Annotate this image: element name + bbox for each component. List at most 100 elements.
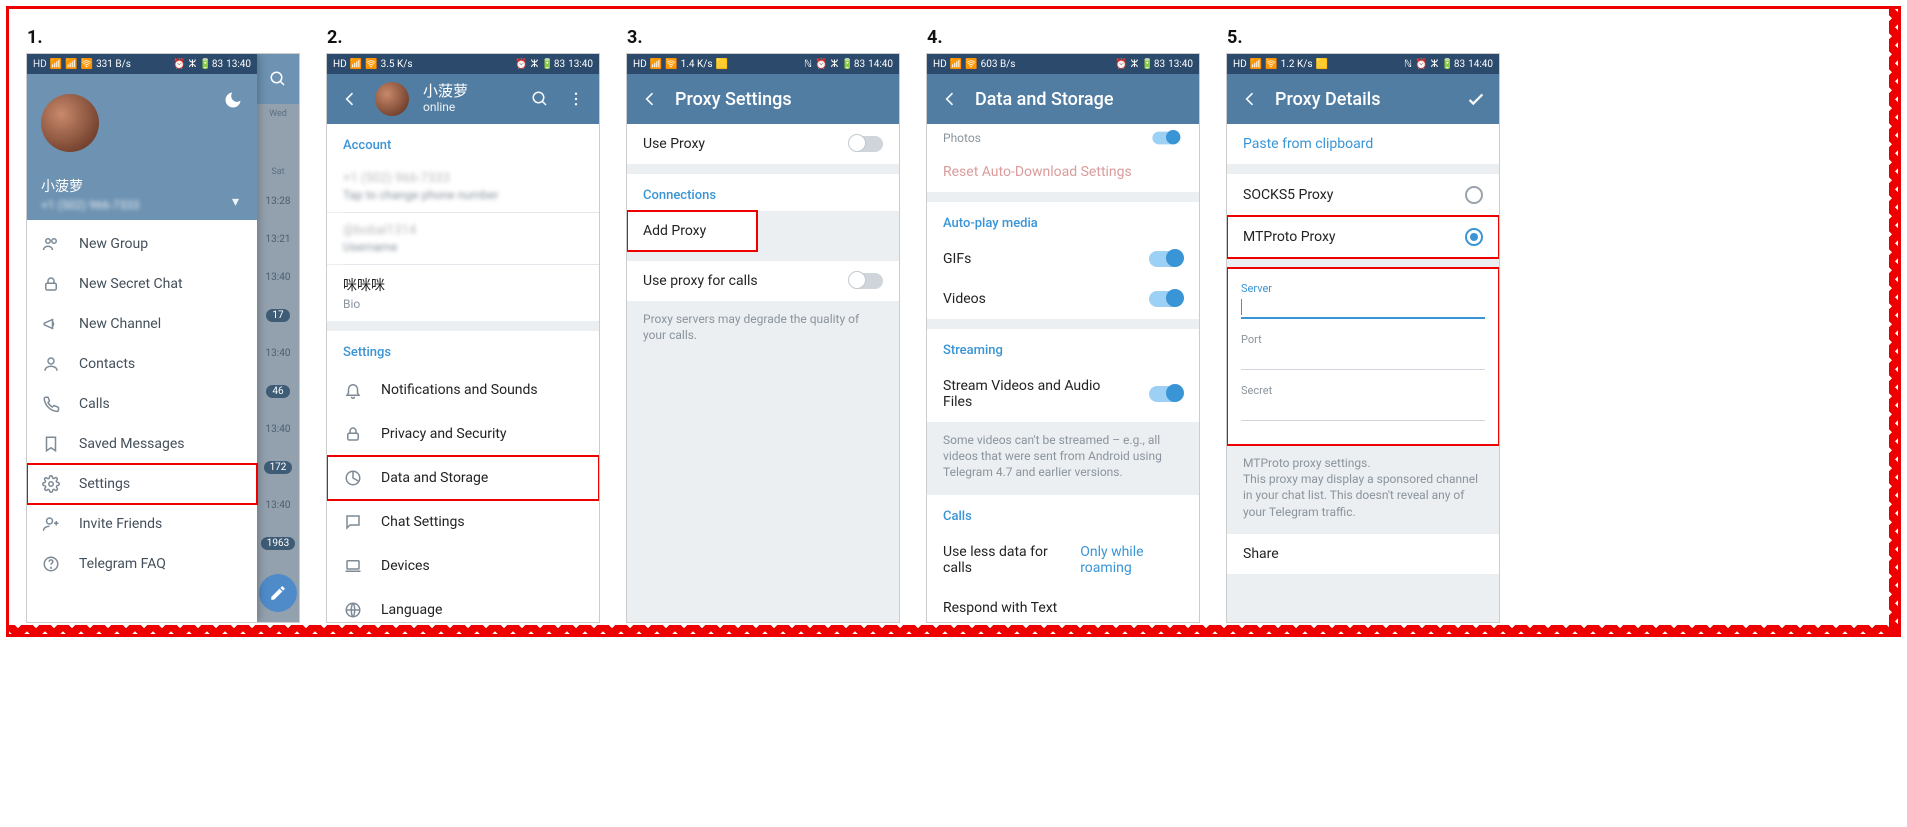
- person-icon: [41, 354, 61, 374]
- time-label: 13:40: [266, 424, 291, 435]
- chat-list-peek: Wed Sat 13:28 13:21 13:40 17 13:40 46 13…: [257, 54, 299, 622]
- avatar[interactable]: [375, 82, 409, 116]
- drawer-contacts[interactable]: Contacts: [27, 344, 257, 384]
- drawer-faq[interactable]: Telegram FAQ: [27, 544, 257, 584]
- status-bar: HD📶📶🛜331 B/s ⏰ⵣ🔋8313:40: [27, 54, 257, 74]
- section-calls: Calls: [927, 495, 1199, 532]
- settings-chat[interactable]: Chat Settings: [327, 500, 599, 544]
- chevron-down-icon[interactable]: ▾: [232, 194, 239, 210]
- chat-icon: [343, 512, 363, 532]
- socks5-option[interactable]: SOCKS5 Proxy: [1227, 174, 1499, 216]
- settings-privacy[interactable]: Privacy and Security: [327, 412, 599, 456]
- pie-icon: [343, 468, 363, 488]
- back-icon[interactable]: [639, 88, 661, 110]
- search-icon[interactable]: [257, 54, 299, 104]
- phone-screen-4: HD📶🛜603 B/s⏰ⵣ🔋8313:40 Data and Storage P…: [927, 54, 1199, 622]
- use-proxy-calls-row[interactable]: Use proxy for calls: [627, 261, 899, 301]
- new-message-fab[interactable]: [259, 574, 297, 612]
- settings-notifications[interactable]: Notifications and Sounds: [327, 368, 599, 412]
- stream-row[interactable]: Stream Videos and Audio Files: [927, 366, 1199, 422]
- add-proxy-row[interactable]: Add Proxy: [627, 211, 757, 251]
- unread-badge: 172: [264, 461, 293, 474]
- settings-devices[interactable]: Devices: [327, 544, 599, 588]
- server-field[interactable]: Server: [1241, 282, 1485, 319]
- time-label: 13:40: [266, 348, 291, 359]
- stream-note: Some videos can't be streamed – e.g., al…: [927, 422, 1199, 495]
- mtproto-option[interactable]: MTProto Proxy: [1227, 216, 1499, 258]
- navigation-drawer: HD📶📶🛜331 B/s ⏰ⵣ🔋8313:40 小菠萝 +1 (502) 966…: [27, 54, 257, 622]
- port-label: Port: [1241, 333, 1485, 346]
- step-2: 2. HD📶🛜3.5 K/s⏰ⵣ🔋8313:40 小菠萝online Accou…: [327, 27, 599, 622]
- use-proxy-toggle[interactable]: [849, 136, 883, 152]
- socks5-radio[interactable]: [1465, 186, 1483, 204]
- proxy-form: Server Port Secret: [1227, 268, 1499, 445]
- more-icon[interactable]: [565, 88, 587, 110]
- step-number: 2.: [327, 27, 599, 48]
- section-settings: Settings: [327, 331, 599, 368]
- secret-field[interactable]: Secret: [1241, 384, 1485, 421]
- users-icon: [41, 234, 61, 254]
- gifs-row[interactable]: GIFs: [927, 239, 1199, 279]
- time-label: 13:40: [266, 272, 291, 283]
- drawer-calls[interactable]: Calls: [27, 384, 257, 424]
- drawer-new-secret-chat[interactable]: New Secret Chat: [27, 264, 257, 304]
- use-proxy-calls-toggle[interactable]: [849, 273, 883, 289]
- moon-icon[interactable]: [223, 90, 243, 110]
- photos-toggle[interactable]: [1152, 132, 1179, 145]
- avatar[interactable]: [41, 94, 99, 152]
- unread-badge: 46: [266, 385, 289, 398]
- back-icon[interactable]: [939, 88, 961, 110]
- drawer-saved-messages[interactable]: Saved Messages: [27, 424, 257, 464]
- photos-row[interactable]: Photos: [927, 124, 1199, 152]
- drawer-settings[interactable]: Settings: [27, 464, 257, 504]
- paste-clipboard-row[interactable]: Paste from clipboard: [1227, 124, 1499, 164]
- lock-icon: [41, 274, 61, 294]
- drawer-new-group[interactable]: New Group: [27, 224, 257, 264]
- account-username-row[interactable]: @bobal1314Username: [327, 213, 599, 264]
- help-icon: [41, 554, 61, 574]
- use-proxy-row[interactable]: Use Proxy: [627, 124, 899, 164]
- proxy-settings-appbar: Proxy Settings: [627, 74, 899, 124]
- phone-screen-1: Wed Sat 13:28 13:21 13:40 17 13:40 46 13…: [27, 54, 299, 622]
- respond-text-row[interactable]: Respond with Text: [927, 588, 1199, 622]
- check-icon[interactable]: [1465, 88, 1487, 110]
- stream-toggle[interactable]: [1149, 386, 1183, 402]
- gear-icon: [41, 474, 61, 494]
- step-number: 1.: [27, 27, 299, 48]
- page-title: Data and Storage: [975, 89, 1187, 110]
- bookmark-icon: [41, 434, 61, 454]
- port-field[interactable]: Port: [1241, 333, 1485, 370]
- account-bio-row[interactable]: 咪咪咪Bio: [327, 265, 599, 321]
- gifs-toggle[interactable]: [1149, 251, 1183, 267]
- drawer-header: 小菠萝 +1 (502) 966-7333 ▾: [27, 74, 257, 220]
- megaphone-icon: [41, 314, 61, 334]
- profile-status: online: [423, 101, 515, 115]
- share-row[interactable]: Share: [1227, 534, 1499, 574]
- proxy-details-appbar: Proxy Details: [1227, 74, 1499, 124]
- drawer-invite-friends[interactable]: Invite Friends: [27, 504, 257, 544]
- drawer-username: 小菠萝: [41, 176, 83, 196]
- videos-row[interactable]: Videos: [927, 279, 1199, 319]
- phone-screen-2: HD📶🛜3.5 K/s⏰ⵣ🔋8313:40 小菠萝online Account …: [327, 54, 599, 622]
- settings-data-storage[interactable]: Data and Storage: [327, 456, 599, 500]
- drawer-phone: +1 (502) 966-7333: [41, 198, 140, 212]
- search-icon[interactable]: [529, 88, 551, 110]
- step-number: 4.: [927, 27, 1199, 48]
- back-icon[interactable]: [1239, 88, 1261, 110]
- phone-screen-3: HD📶🛜1.4 K/s🟨ℕ⏰ⵣ🔋8314:40 Proxy Settings U…: [627, 54, 899, 622]
- videos-toggle[interactable]: [1149, 291, 1183, 307]
- reset-row[interactable]: Reset Auto-Download Settings: [927, 152, 1199, 192]
- settings-language[interactable]: Language: [327, 588, 599, 622]
- drawer-new-channel[interactable]: New Channel: [27, 304, 257, 344]
- account-phone-row[interactable]: +1 (502) 966-7333Tap to change phone num…: [327, 161, 599, 212]
- clock: 13:40: [226, 59, 251, 70]
- less-data-row[interactable]: Use less data for callsOnly while roamin…: [927, 532, 1199, 588]
- unread-badge: 17: [266, 309, 289, 322]
- back-icon[interactable]: [339, 88, 361, 110]
- mtproto-radio[interactable]: [1465, 228, 1483, 246]
- data-storage-appbar: Data and Storage: [927, 74, 1199, 124]
- day-label: Wed: [257, 104, 299, 124]
- day-label: Sat: [257, 162, 299, 182]
- calls-note: Proxy servers may degrade the quality of…: [627, 301, 899, 357]
- laptop-icon: [343, 556, 363, 576]
